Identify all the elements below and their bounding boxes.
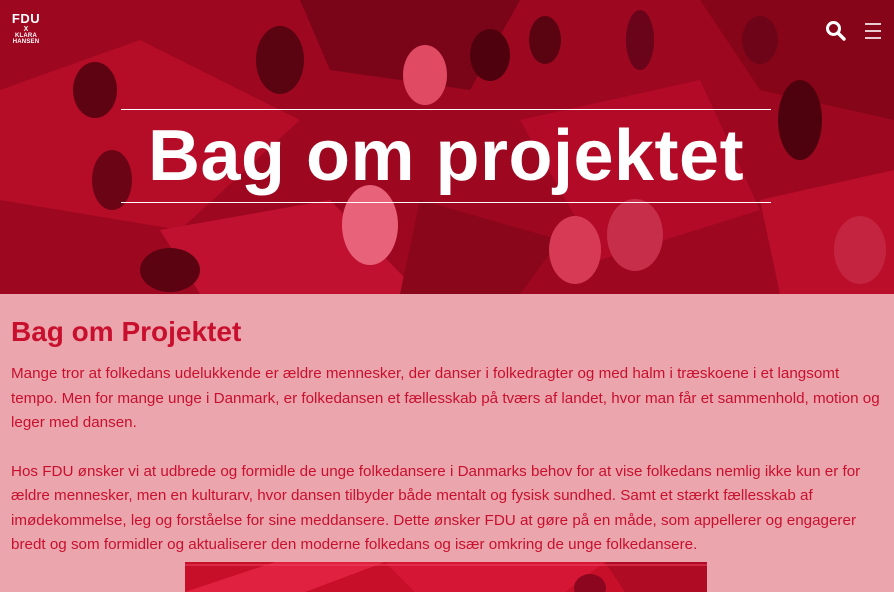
search-button[interactable]	[825, 20, 847, 42]
hero-title-frame: Bag om projektet	[121, 109, 771, 203]
hero-title: Bag om projektet	[147, 116, 745, 196]
hamburger-menu-icon	[865, 23, 881, 39]
main-content: Bag om Projektet Mange tror at folkedans…	[11, 314, 883, 582]
search-icon	[826, 21, 846, 41]
mission-paragraph: Hos FDU ønsker vi at udbrede og formidle…	[11, 462, 861, 554]
content-photo-graphic	[185, 562, 707, 592]
content-photo	[185, 562, 707, 592]
menu-button[interactable]	[862, 20, 884, 42]
page-heading: Bag om Projektet	[11, 316, 242, 347]
fdu-klara-hansen-logo[interactable]: FDU X KLARA HANSEN	[9, 12, 43, 45]
logo-line-fdu: FDU	[11, 11, 41, 26]
logo-line-hansen: HANSEN	[12, 39, 40, 45]
logo-line-x: X	[23, 26, 29, 33]
hero-banner: FDU X KLARA HANSEN Bag om projektet	[0, 0, 894, 294]
intro-paragraph: Mange tror at folkedans udelukkende er æ…	[11, 365, 880, 431]
